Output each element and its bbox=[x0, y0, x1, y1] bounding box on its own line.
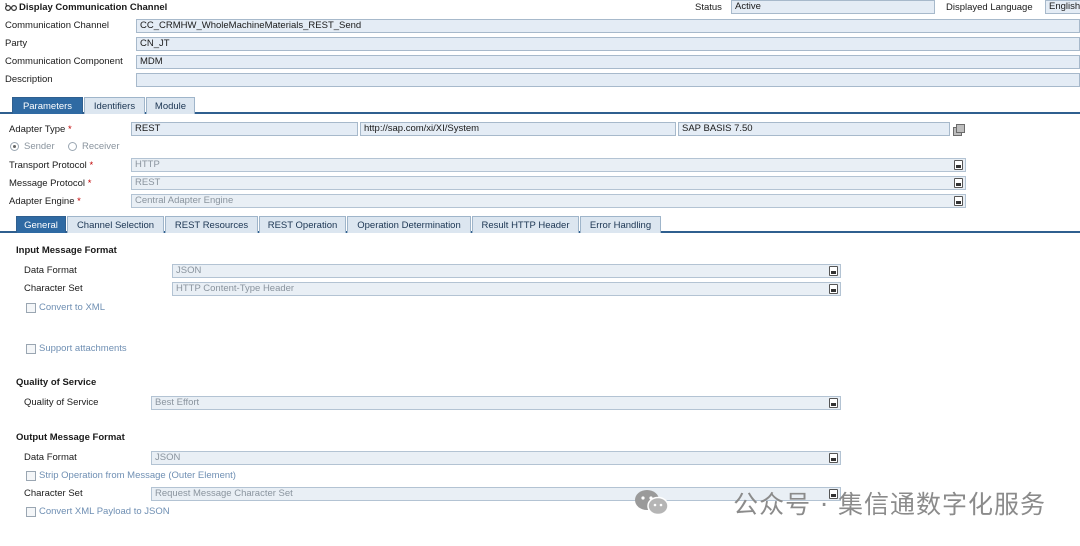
dropdown-icon[interactable] bbox=[954, 178, 963, 188]
dropdown-icon[interactable] bbox=[829, 453, 838, 463]
convert-xml-payload-label: Convert XML Payload to JSON bbox=[39, 506, 170, 517]
tab-identifiers[interactable]: Identifiers bbox=[84, 97, 145, 114]
input-charset-select[interactable]: HTTP Content-Type Header bbox=[172, 282, 841, 296]
description-label: Description bbox=[5, 74, 53, 85]
adapter-engine-select[interactable]: Central Adapter Engine bbox=[131, 194, 966, 208]
support-attachments-checkbox[interactable] bbox=[26, 344, 36, 354]
component-field[interactable]: MDM bbox=[136, 55, 1080, 69]
output-section-title: Output Message Format bbox=[16, 432, 125, 443]
support-attachments-label: Support attachments bbox=[39, 343, 127, 354]
sender-radio[interactable] bbox=[10, 142, 19, 151]
page-title: Display Communication Channel bbox=[19, 2, 168, 13]
input-data-format-label: Data Format bbox=[24, 265, 77, 276]
receiver-radio[interactable] bbox=[68, 142, 77, 151]
sender-label: Sender bbox=[24, 141, 55, 152]
transport-protocol-label: Transport Protocol * bbox=[9, 160, 94, 171]
input-charset-label: Character Set bbox=[24, 283, 83, 294]
communication-channel-field[interactable]: CC_CRMHW_WholeMachineMaterials_REST_Send bbox=[136, 19, 1080, 33]
communication-channel-label: Communication Channel bbox=[5, 20, 110, 31]
dropdown-icon[interactable] bbox=[954, 160, 963, 170]
language-field[interactable]: English bbox=[1045, 0, 1080, 14]
tab-result-http-header[interactable]: Result HTTP Header bbox=[472, 216, 579, 233]
language-label: Displayed Language bbox=[946, 2, 1033, 13]
component-label: Communication Component bbox=[5, 56, 123, 67]
dropdown-icon[interactable] bbox=[829, 284, 838, 294]
qos-label: Quality of Service bbox=[24, 397, 99, 408]
adapter-swc-field[interactable]: SAP BASIS 7.50 bbox=[678, 122, 950, 136]
title-bar: Display Communication Channel Status Act… bbox=[0, 0, 1080, 16]
party-field[interactable]: CN_JT bbox=[136, 37, 1080, 51]
receiver-label: Receiver bbox=[82, 141, 120, 152]
convert-xml-payload-checkbox[interactable] bbox=[26, 507, 36, 517]
dropdown-icon[interactable] bbox=[829, 398, 838, 408]
tab-parameters[interactable]: Parameters bbox=[12, 97, 83, 114]
wechat-icon bbox=[632, 487, 672, 519]
tab-rest-resources[interactable]: REST Resources bbox=[165, 216, 258, 233]
message-protocol-label: Message Protocol * bbox=[9, 178, 92, 189]
input-section-title: Input Message Format bbox=[16, 245, 117, 256]
glasses-icon bbox=[4, 2, 18, 12]
adapter-engine-label: Adapter Engine * bbox=[9, 196, 81, 207]
dropdown-icon[interactable] bbox=[954, 196, 963, 206]
strip-operation-checkbox[interactable] bbox=[26, 471, 36, 481]
required-mark: * bbox=[67, 124, 72, 135]
watermark-text: 公众号 · 集信通数字化服务 bbox=[733, 490, 1046, 519]
output-charset-label: Character Set bbox=[24, 488, 83, 499]
adapter-type-field[interactable]: REST bbox=[131, 122, 358, 136]
convert-to-xml-checkbox[interactable] bbox=[26, 303, 36, 313]
main-tab-bar: Parameters Identifiers Module bbox=[0, 97, 1080, 114]
description-field[interactable] bbox=[136, 73, 1080, 87]
tab-channel-selection[interactable]: Channel Selection bbox=[67, 216, 164, 233]
tab-error-handling[interactable]: Error Handling bbox=[580, 216, 661, 233]
tab-module[interactable]: Module bbox=[146, 97, 195, 114]
output-data-format-select[interactable]: JSON bbox=[151, 451, 841, 465]
qos-select[interactable]: Best Effort bbox=[151, 396, 841, 410]
dropdown-icon[interactable] bbox=[829, 266, 838, 276]
message-protocol-select[interactable]: REST bbox=[131, 176, 966, 190]
tab-operation-determination[interactable]: Operation Determination bbox=[347, 216, 471, 233]
input-data-format-select[interactable]: JSON bbox=[172, 264, 841, 278]
adapter-type-label: Adapter Type * bbox=[9, 124, 72, 135]
status-label: Status bbox=[695, 2, 722, 13]
convert-to-xml-label: Convert to XML bbox=[39, 302, 105, 313]
transport-protocol-select[interactable]: HTTP bbox=[131, 158, 966, 172]
tab-general[interactable]: General bbox=[16, 216, 66, 233]
tab-rest-operation[interactable]: REST Operation bbox=[259, 216, 346, 233]
copy-icon[interactable] bbox=[953, 124, 965, 136]
strip-operation-label: Strip Operation from Message (Outer Elem… bbox=[39, 470, 236, 481]
output-data-format-label: Data Format bbox=[24, 452, 77, 463]
party-label: Party bbox=[5, 38, 28, 49]
adapter-namespace-field[interactable]: http://sap.com/xi/XI/System bbox=[360, 122, 676, 136]
status-field: Active bbox=[731, 0, 935, 14]
sub-tab-bar: General Channel Selection REST Resources… bbox=[0, 216, 1080, 233]
qos-section-title: Quality of Service bbox=[16, 377, 97, 388]
